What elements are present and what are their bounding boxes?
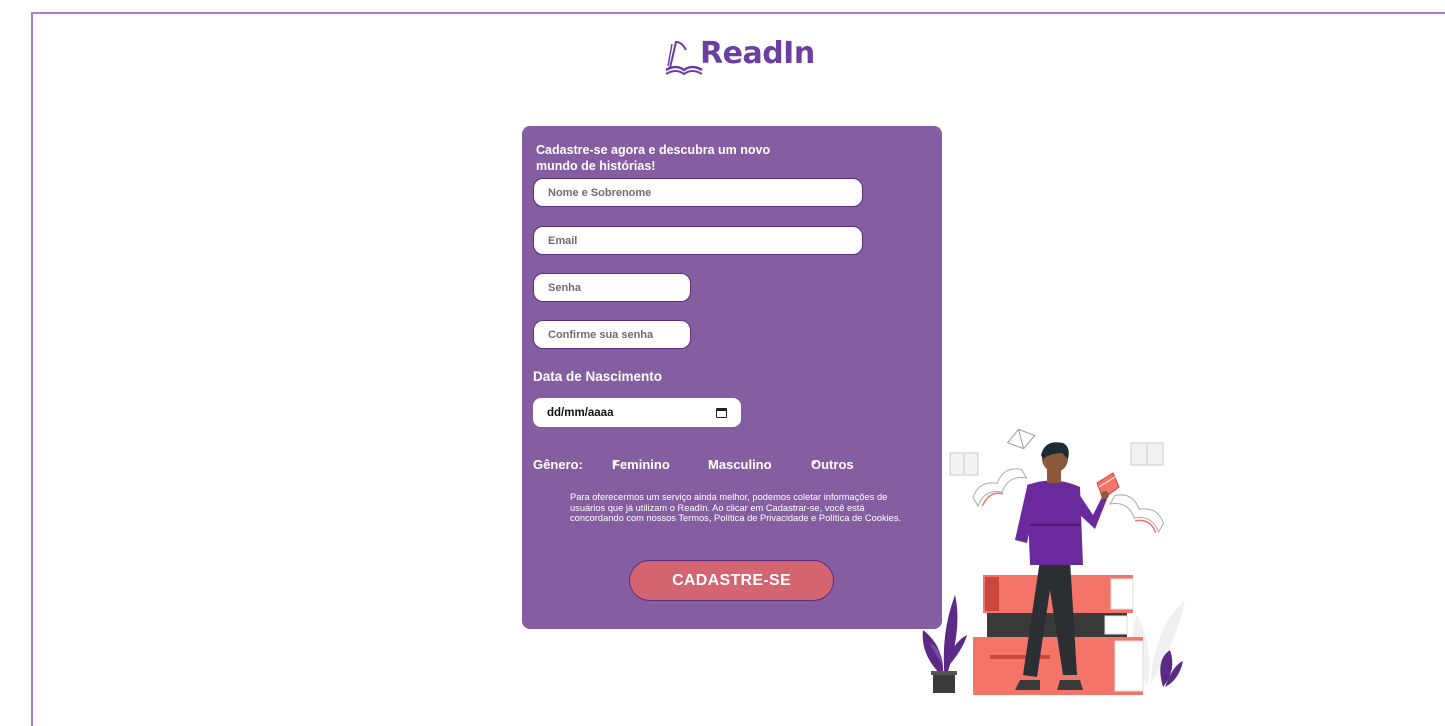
name-input[interactable] (548, 186, 862, 199)
flying-book-icon (1130, 442, 1164, 466)
birthdate-input[interactable]: dd/mm/aaaa (533, 398, 741, 427)
readin-logo[interactable]: ReadIn (662, 34, 815, 82)
gender-label: Gênero: (533, 457, 583, 472)
email-input[interactable] (548, 234, 862, 247)
email-field[interactable] (533, 226, 863, 255)
signup-title: Cadastre-se agora e descubra um novo mun… (536, 143, 771, 173)
name-field[interactable] (533, 178, 863, 207)
birthdate-value: dd/mm/aaaa (547, 406, 614, 419)
flying-book-icon (1006, 428, 1036, 450)
flying-book-icon (972, 468, 1028, 508)
password-field[interactable] (533, 273, 691, 302)
signup-button[interactable]: CADASTRE-SE (629, 560, 834, 601)
flying-book-icon (949, 452, 979, 476)
logo-text: ReadIn (700, 36, 815, 71)
potted-plant-icon (922, 595, 967, 693)
legal-notice: Para oferecermos um serviço ainda melhor… (570, 492, 902, 523)
confirm-password-field[interactable] (533, 320, 691, 349)
confirm-password-input[interactable] (548, 328, 690, 341)
calendar-icon[interactable] (716, 407, 727, 418)
password-input[interactable] (548, 281, 690, 294)
birthdate-label: Data de Nascimento (533, 369, 663, 384)
reading-person-illustration (922, 428, 1185, 695)
gender-group: Gênero: ● Feminino ● Masculino ● Outros (533, 457, 854, 472)
flying-book-icon (1109, 494, 1165, 534)
signup-card: Cadastre-se agora e descubra um novo mun… (522, 126, 942, 629)
